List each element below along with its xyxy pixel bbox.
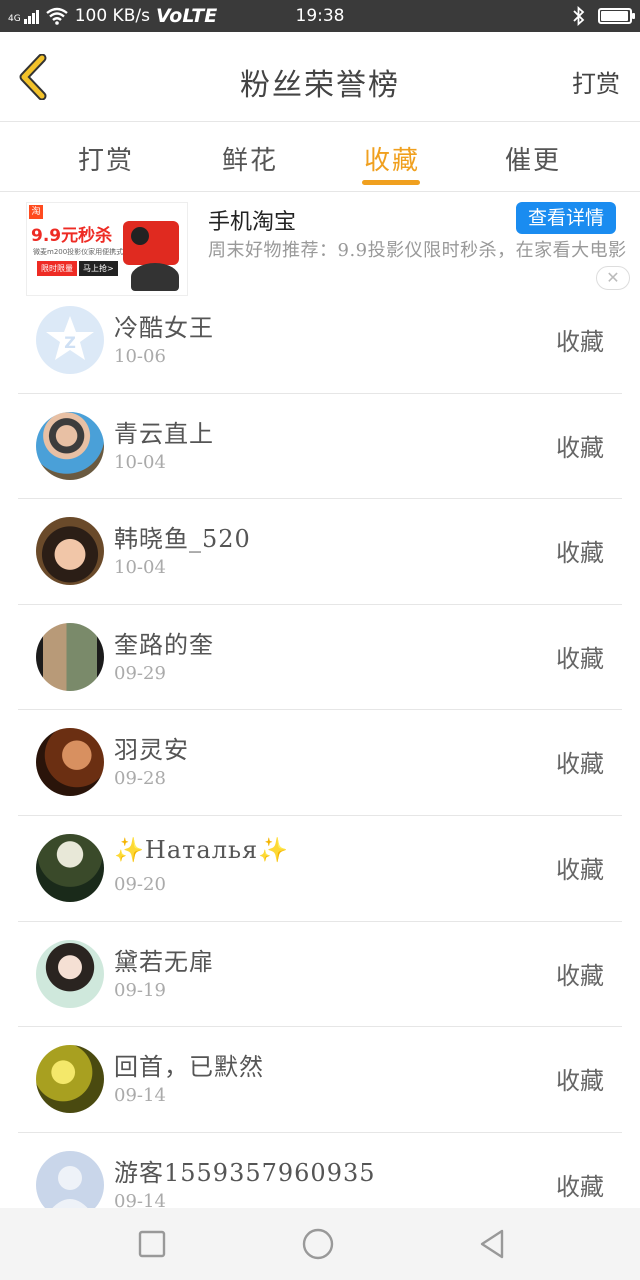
ad-buy-badge: 马上抢> xyxy=(79,261,118,276)
active-tab-indicator xyxy=(362,180,420,185)
avatar[interactable]: Z xyxy=(36,306,104,374)
avatar[interactable] xyxy=(36,411,104,480)
user-name: 韩晓鱼_520 xyxy=(114,525,251,554)
action-label: 收藏 xyxy=(556,644,604,673)
favorite-date: 10-04 xyxy=(114,557,166,579)
projector-stand-image xyxy=(131,263,179,291)
system-nav-bar xyxy=(0,1208,640,1280)
bluetooth-icon xyxy=(573,6,585,26)
clock: 19:38 xyxy=(295,6,345,26)
action-label: 收藏 xyxy=(556,961,604,990)
close-icon[interactable]: ✕ xyxy=(596,266,630,290)
user-name: 游客1559357960935 xyxy=(114,1158,376,1187)
battery-fill xyxy=(601,11,628,21)
svg-text:Z: Z xyxy=(64,333,76,352)
ad-view-details-button[interactable]: 查看详情 xyxy=(516,202,616,234)
status-right xyxy=(572,0,635,32)
avatar[interactable] xyxy=(36,517,104,586)
ad-advertiser: 手机淘宝 xyxy=(208,210,297,235)
favorite-date: 09-14 xyxy=(114,1085,166,1107)
user-name: ✨Наталья✨ xyxy=(114,835,290,864)
back-icon[interactable] xyxy=(476,1228,508,1260)
projector-image xyxy=(123,221,179,265)
favorite-date: 10-04 xyxy=(114,451,166,473)
tab-reward[interactable]: 打赏 xyxy=(78,140,134,177)
ad-promo-text: 9.9元秒杀 xyxy=(31,226,113,246)
reward-button[interactable]: 打赏 xyxy=(572,64,620,99)
avatar[interactable] xyxy=(36,728,104,797)
list-item[interactable]: 奎路的奎 09-29 收藏 xyxy=(18,605,622,711)
action-label: 收藏 xyxy=(556,1172,604,1201)
ad-description: 周末好物推荐：9.9投影仪限时秒杀，在家看大电影 xyxy=(208,240,627,261)
list-item[interactable]: 韩晓鱼_520 10-04 收藏 xyxy=(18,499,622,605)
favorite-date: 09-28 xyxy=(114,768,166,790)
ad-image[interactable]: 淘 9.9元秒杀 微麦m200投影仪家用便携式 限时限量 马上抢> xyxy=(26,202,188,296)
favorite-date: 09-19 xyxy=(114,979,166,1001)
ad-banner[interactable]: 淘 9.9元秒杀 微麦m200投影仪家用便携式 限时限量 马上抢> 手机淘宝 查… xyxy=(0,192,640,300)
action-label: 收藏 xyxy=(556,855,604,884)
user-name: 奎路的奎 xyxy=(114,630,214,659)
list-item[interactable]: 羽灵安 09-28 收藏 xyxy=(18,710,622,816)
list-item[interactable]: 回首，已默然 09-14 收藏 xyxy=(18,1027,622,1133)
status-bar: 4G 100 KB/s VoLTE 19:38 xyxy=(0,0,640,32)
user-name: 青云直上 xyxy=(114,419,214,448)
list-item[interactable]: ✨Наталья✨ 09-20 收藏 xyxy=(18,816,622,922)
recent-apps-icon[interactable] xyxy=(136,1228,168,1260)
action-label: 收藏 xyxy=(556,750,604,779)
taobao-logo: 淘 xyxy=(29,205,43,219)
battery-icon xyxy=(598,8,635,24)
ad-limited-badge: 限时限量 xyxy=(37,261,77,276)
action-label: 收藏 xyxy=(556,539,604,568)
tab-favorites[interactable]: 收藏 xyxy=(364,140,420,177)
favorite-date: 10-06 xyxy=(114,346,166,367)
action-label: 收藏 xyxy=(556,328,604,356)
favorites-list: Z 冷酷女王 10-06 收藏 青云直上 10-04 收藏 韩晓鱼_520 10… xyxy=(0,288,640,1239)
home-icon[interactable] xyxy=(302,1228,334,1260)
tab-bar: 打赏 鲜花 收藏 催更 xyxy=(0,122,640,192)
avatar[interactable] xyxy=(36,833,104,902)
user-name: 黛若无扉 xyxy=(114,947,214,976)
user-name: 冷酷女王 xyxy=(114,314,214,342)
avatar[interactable] xyxy=(36,1045,104,1114)
page-title: 粉丝荣誉榜 xyxy=(240,68,400,103)
user-name: 回首，已默然 xyxy=(114,1053,264,1082)
avatar[interactable] xyxy=(36,939,104,1008)
list-item[interactable]: Z 冷酷女王 10-06 收藏 xyxy=(18,288,622,394)
favorite-date: 09-20 xyxy=(114,873,166,895)
tab-urge-update[interactable]: 催更 xyxy=(505,140,561,177)
user-name: 羽灵安 xyxy=(114,736,189,765)
list-item[interactable]: 黛若无扉 09-19 收藏 xyxy=(18,922,622,1028)
app-header: 粉丝荣誉榜 打赏 xyxy=(0,32,640,122)
qq-default-avatar-icon: Z xyxy=(36,306,104,374)
favorite-date: 09-29 xyxy=(114,662,166,684)
action-label: 收藏 xyxy=(556,1067,604,1096)
avatar[interactable] xyxy=(36,622,104,691)
action-label: 收藏 xyxy=(556,433,604,462)
list-item[interactable]: 青云直上 10-04 收藏 xyxy=(18,394,622,500)
ad-product-text: 微麦m200投影仪家用便携式 xyxy=(33,248,124,256)
tab-flowers[interactable]: 鲜花 xyxy=(222,140,278,177)
